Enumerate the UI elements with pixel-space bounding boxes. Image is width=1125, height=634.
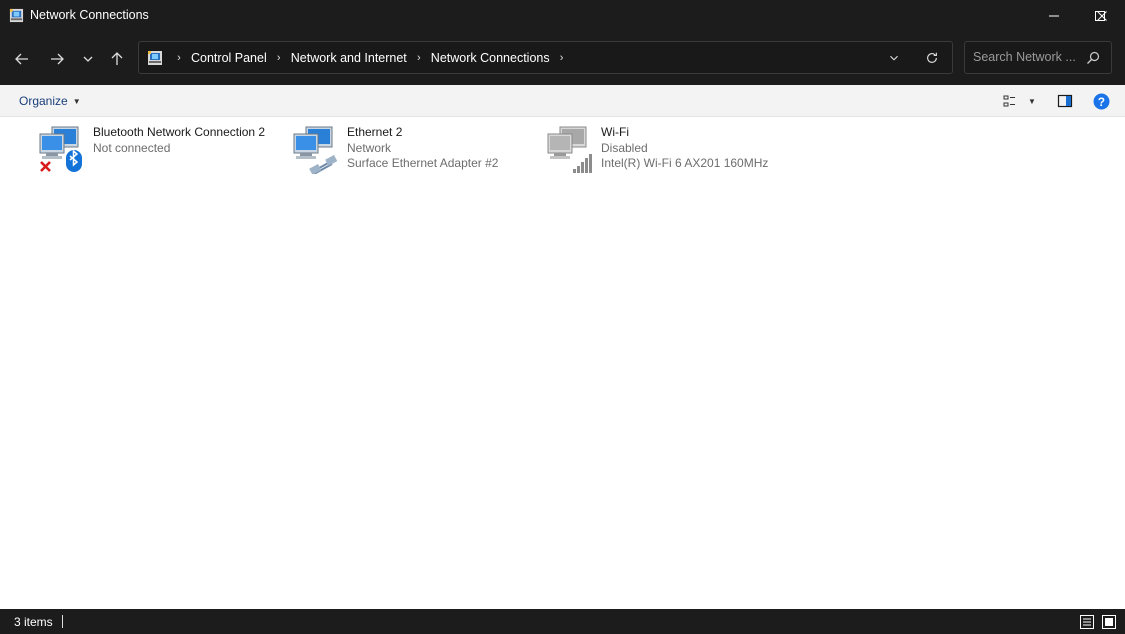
connection-status: Not connected	[93, 140, 171, 155]
chevron-down-icon	[890, 55, 898, 61]
breadcrumb-network-and-internet[interactable]: Network and Internet	[289, 51, 409, 65]
organize-label: Organize	[19, 94, 68, 108]
breadcrumb: › Control Panel › Network and Internet ›…	[169, 42, 572, 73]
breadcrumb-separator[interactable]: ›	[169, 52, 189, 64]
arrow-left-icon	[15, 53, 28, 65]
caret-down-icon: ▼	[1028, 96, 1036, 106]
address-history-button[interactable]	[883, 48, 905, 68]
connection-name: Ethernet 2	[347, 125, 403, 139]
arrow-right-icon	[51, 53, 64, 65]
organize-button[interactable]: Organize ▼	[19, 94, 81, 108]
preview-pane-icon	[1057, 94, 1073, 108]
breadcrumb-separator[interactable]: ›	[552, 52, 572, 64]
status-divider	[62, 615, 63, 628]
arrow-up-icon	[111, 52, 123, 65]
address-bar[interactable]: › Control Panel › Network and Internet ›…	[138, 41, 953, 74]
title-bar[interactable]: Network Connections	[0, 0, 1125, 32]
network-connections-window: Network Connections › Control Panel › Ne…	[0, 0, 1125, 634]
refresh-button[interactable]	[921, 48, 943, 68]
wifi-network-icon	[547, 126, 592, 173]
connections-view[interactable]: Bluetooth Network Connection 2 Not conne…	[0, 117, 1125, 609]
more-view-options-button[interactable]: ▼	[1023, 92, 1041, 110]
minimize-button[interactable]	[1031, 0, 1077, 32]
breadcrumb-separator[interactable]: ›	[409, 52, 429, 64]
status-bar: 3 items	[0, 609, 1125, 634]
search-input[interactable]	[973, 50, 1083, 64]
connection-item-wifi[interactable]: Wi-Fi Disabled Intel(R) Wi-Fi 6 AX201 16…	[546, 122, 796, 182]
recent-locations-button[interactable]	[75, 46, 101, 72]
forward-button[interactable]	[44, 46, 70, 72]
view-tiles-icon	[1003, 95, 1015, 107]
connection-status: Network	[347, 140, 392, 155]
breadcrumb-control-panel[interactable]: Control Panel	[189, 51, 269, 65]
command-bar: Organize ▼ ▼ ?	[0, 85, 1125, 117]
bluetooth-network-icon	[39, 126, 82, 172]
connection-device: Intel(R) Wi-Fi 6 AX201 160MHz	[601, 156, 769, 170]
search-box[interactable]	[964, 41, 1112, 74]
breadcrumb-network-connections[interactable]: Network Connections	[429, 51, 552, 65]
network-folder-icon	[9, 8, 24, 23]
large-icons-view-icon	[1101, 614, 1116, 629]
refresh-icon	[927, 52, 937, 63]
chevron-down-icon	[83, 56, 93, 62]
window-title: Network Connections	[30, 8, 149, 22]
breadcrumb-separator[interactable]: ›	[269, 52, 289, 64]
help-icon: ?	[1093, 93, 1109, 109]
connection-item-ethernet[interactable]: Ethernet 2 Network Surface Ethernet Adap…	[292, 122, 542, 182]
details-view-icon	[1079, 614, 1094, 629]
connection-name: Wi-Fi	[601, 125, 629, 139]
close-button[interactable]	[1079, 0, 1125, 32]
caret-down-icon: ▼	[72, 96, 81, 106]
control-panel-icon	[148, 51, 162, 65]
preview-pane-button[interactable]	[1056, 92, 1074, 110]
connection-device: Surface Ethernet Adapter #2	[347, 156, 499, 170]
ethernet-network-icon	[293, 126, 338, 174]
search-icon	[1087, 51, 1100, 64]
connection-item-bluetooth[interactable]: Bluetooth Network Connection 2 Not conne…	[38, 122, 288, 182]
help-button[interactable]: ?	[1092, 92, 1110, 110]
large-icons-view-button[interactable]	[1100, 613, 1117, 630]
up-button[interactable]	[104, 46, 130, 72]
back-button[interactable]	[9, 46, 35, 72]
connection-details: Ethernet 2 Network Surface Ethernet Adap…	[347, 125, 537, 172]
minimize-icon	[1049, 15, 1059, 17]
connection-status: Disabled	[601, 140, 648, 155]
connection-name: Bluetooth Network Connection 2	[93, 125, 266, 139]
connection-details: Wi-Fi Disabled Intel(R) Wi-Fi 6 AX201 16…	[601, 125, 791, 172]
svg-text:?: ?	[1097, 95, 1104, 108]
item-count: 3 items	[14, 615, 53, 629]
connection-details: Bluetooth Network Connection 2 Not conne…	[93, 125, 283, 156]
navigation-bar: › Control Panel › Network and Internet ›…	[0, 32, 1125, 85]
close-icon	[1097, 11, 1107, 21]
change-view-button[interactable]	[1001, 92, 1019, 110]
details-view-button[interactable]	[1078, 613, 1095, 630]
